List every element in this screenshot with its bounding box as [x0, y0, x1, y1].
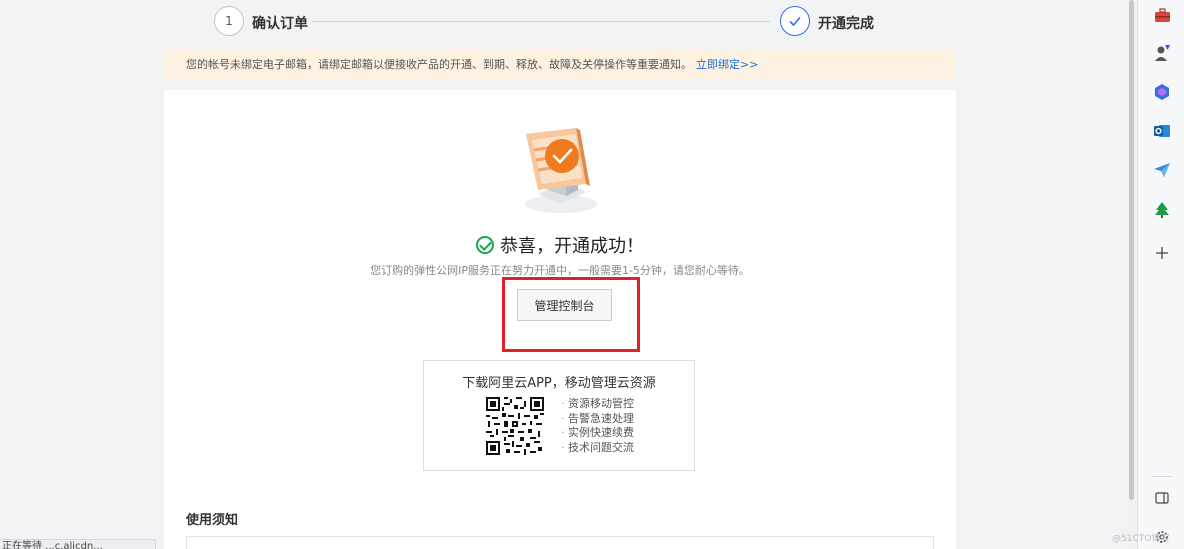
- watermark: @51CTO博客: [1112, 534, 1170, 544]
- notice-text: 您的帐号未绑定电子邮箱，请绑定邮箱以便接收产品的开通、到期、释放、故障及关停操作…: [186, 58, 692, 71]
- usage-notes-title: 使用须知: [186, 513, 239, 528]
- sidebar-divider: [1152, 476, 1172, 477]
- step-2-label: 开通完成: [818, 16, 874, 32]
- feature-item: 告警急速处理: [561, 412, 634, 427]
- app-features-list: 资源移动管控 告警急速处理 实例快速续费 技术问题交流: [561, 397, 634, 455]
- step-1-label: 确认订单: [252, 16, 308, 32]
- step-1-circle: 1: [214, 6, 244, 36]
- progress-steps: 1 确认订单 开通完成: [214, 6, 914, 38]
- page-scrollbar[interactable]: [1126, 0, 1137, 549]
- success-check-icon: [476, 236, 494, 254]
- usage-notes-box: [186, 536, 934, 549]
- browser-sidebar: [1137, 0, 1184, 549]
- status-bar: 正在等待 ...c.alicdn...: [0, 539, 156, 549]
- step-connector: [312, 21, 770, 22]
- people-icon[interactable]: [1153, 44, 1171, 62]
- qr-code-icon: [486, 397, 544, 455]
- success-title-text: 恭喜，开通成功！: [500, 236, 644, 257]
- add-icon[interactable]: [1153, 244, 1171, 262]
- tree-icon[interactable]: [1153, 201, 1171, 219]
- success-illustration: [516, 128, 606, 218]
- result-card: 恭喜，开通成功！ 您订购的弹性公网IP服务正在努力开通中，一般需要1-5分钟，请…: [164, 90, 956, 549]
- success-subtitle: 您订购的弹性公网IP服务正在努力开通中，一般需要1-5分钟，请您耐心等待。: [370, 264, 750, 277]
- copilot-icon[interactable]: [1153, 83, 1171, 101]
- briefcase-icon[interactable]: [1153, 6, 1171, 24]
- app-promo-title: 下载阿里云APP，移动管理云资源: [462, 376, 656, 391]
- outlook-icon[interactable]: [1153, 122, 1171, 140]
- bind-email-link[interactable]: 立即绑定>>: [696, 58, 758, 71]
- feature-item: 资源移动管控: [561, 397, 634, 412]
- send-icon[interactable]: [1153, 161, 1171, 179]
- panel-icon[interactable]: [1153, 489, 1171, 507]
- feature-item: 技术问题交流: [561, 441, 634, 456]
- step-1-number: 1: [225, 14, 233, 28]
- email-notice-banner: 您的帐号未绑定电子邮箱，请绑定邮箱以便接收产品的开通、到期、释放、故障及关停操作…: [164, 50, 956, 80]
- feature-item: 实例快速续费: [561, 426, 634, 441]
- scrollbar-thumb[interactable]: [1129, 0, 1134, 500]
- app-promo-box: 下载阿里云APP，移动管理云资源 · 资源移动管控 · 告警急速处理 · 实例快…: [423, 360, 695, 471]
- browser-viewport: 1 确认订单 开通完成 您的帐号未绑定电子邮箱，请绑定邮箱以便接收产品的开通、到…: [0, 0, 1126, 549]
- success-title: 恭喜，开通成功！: [164, 232, 956, 258]
- step-2-check-icon: [780, 6, 810, 36]
- red-highlight-box: [502, 277, 640, 352]
